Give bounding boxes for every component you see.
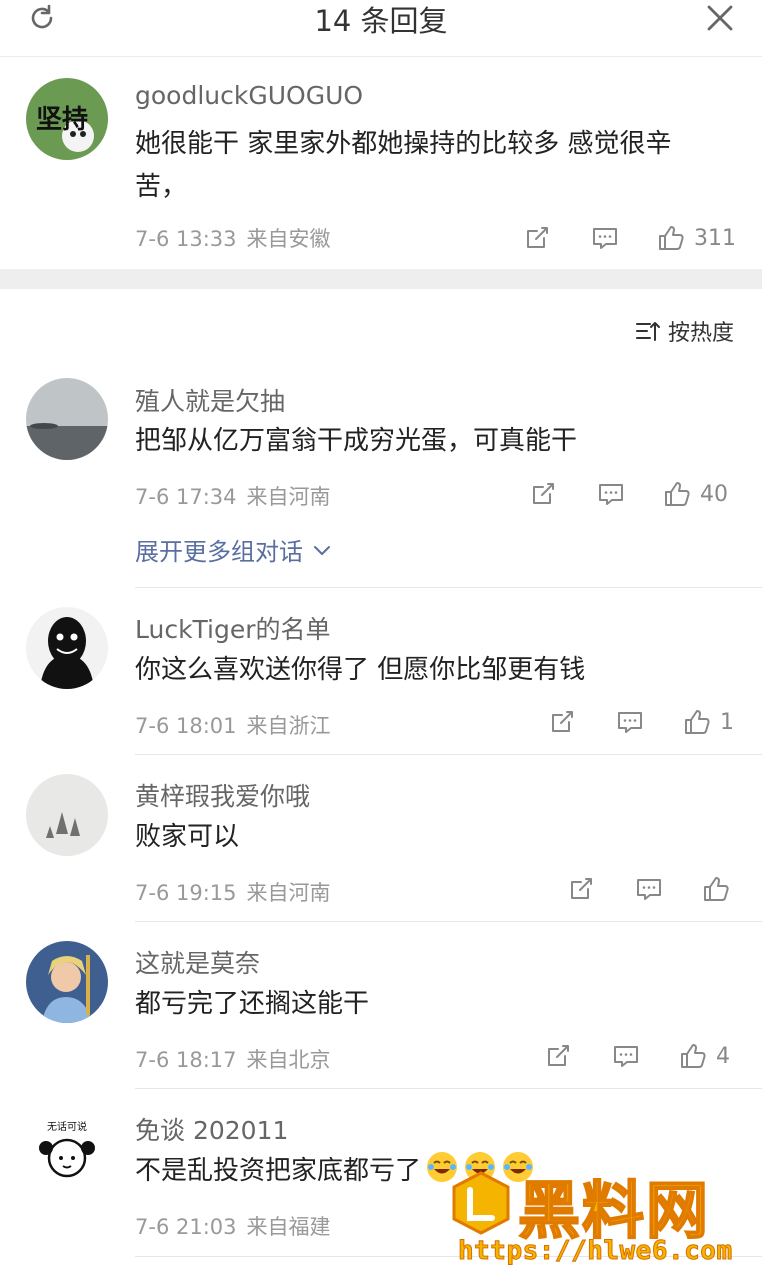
reply-username[interactable]: 黄梓瑕我爱你哦 <box>135 777 310 813</box>
like-icon <box>685 710 710 734</box>
reply-username[interactable]: 免谈 202011 <box>135 1111 288 1147</box>
expand-conversations-link[interactable]: 展开更多组对话 <box>135 532 333 567</box>
reply-date: 7-6 18:01 <box>135 714 237 738</box>
watermark-url: https://hlwe6.com <box>458 1236 733 1267</box>
reply-location: 来自河南 <box>246 881 331 905</box>
root-meta: 7-6 13:33 来自安徽 <box>135 223 331 253</box>
chevron-down-icon <box>314 545 330 555</box>
watermark-logo-icon <box>452 1171 510 1235</box>
like-count: 311 <box>694 225 736 251</box>
like-button[interactable]: 311 <box>656 223 736 253</box>
sort-icon <box>635 322 660 341</box>
reply-meta: 7-6 18:01 来自浙江 <box>135 710 331 740</box>
root-comment: 坚持 goodluckGUOGUO 她很能干 家里家外都她操持的比较多 感觉很辛… <box>0 57 762 269</box>
like-button[interactable] <box>701 874 731 904</box>
comment-button[interactable] <box>615 707 645 737</box>
root-location: 来自安徽 <box>246 227 331 251</box>
like-count: 40 <box>700 481 728 507</box>
avatar[interactable] <box>26 378 108 460</box>
reply-text: 都亏完了还搁这能干 <box>135 989 370 1019</box>
divider <box>135 754 762 755</box>
sort-label: 按热度 <box>667 321 734 346</box>
share-icon <box>527 227 548 248</box>
share-icon <box>548 1045 569 1066</box>
avatar-text: 坚持 <box>36 105 88 135</box>
reply-date: 7-6 18:17 <box>135 1048 237 1072</box>
reply-location: 来自福建 <box>246 1215 331 1239</box>
reply-text: 你这么喜欢送你得了 但愿你比邹更有钱 <box>135 655 586 685</box>
like-count: 4 <box>716 1043 730 1069</box>
expand-label: 展开更多组对话 <box>135 538 303 566</box>
divider <box>135 921 762 922</box>
comment-icon <box>637 879 661 900</box>
watermark: 黑料网 https://hlwe6.com <box>448 1166 756 1274</box>
reply-text: 把邹从亿万富翁干成穷光蛋，可真能干 <box>135 426 578 456</box>
avatar[interactable] <box>26 774 108 856</box>
share-button[interactable] <box>543 1041 573 1071</box>
share-icon <box>552 711 573 732</box>
comment-button[interactable] <box>611 1041 641 1071</box>
comment-button[interactable] <box>596 479 626 509</box>
reply-location: 来自浙江 <box>246 714 331 738</box>
like-count: 1 <box>720 709 734 735</box>
reply-meta: 7-6 21:03 来自福建 <box>135 1211 331 1241</box>
avatar-text: 无话可说 <box>47 1120 87 1133</box>
like-icon <box>681 1044 706 1068</box>
comment-icon <box>599 484 623 505</box>
avatar[interactable]: 无话可说 <box>26 1108 108 1190</box>
reply-location: 来自河南 <box>246 485 331 509</box>
comment-button[interactable] <box>634 874 664 904</box>
reply-text: 败家可以 <box>135 822 240 852</box>
share-button[interactable] <box>547 707 577 737</box>
reply-username[interactable]: LuckTiger的名单 <box>135 610 331 646</box>
like-icon <box>659 226 684 250</box>
divider <box>135 587 762 588</box>
reply-username[interactable]: 这就是莫奈 <box>135 944 260 980</box>
sort-button[interactable]: 按热度 <box>634 315 734 347</box>
reply-date: 7-6 21:03 <box>135 1215 237 1239</box>
page-title: 14 条回复 <box>314 4 448 38</box>
reply-date: 7-6 17:34 <box>135 485 237 509</box>
root-date: 7-6 13:33 <box>135 227 237 251</box>
reply-meta: 7-6 17:34 来自河南 <box>135 481 331 511</box>
reply-location: 来自北京 <box>246 1048 331 1072</box>
like-button[interactable]: 4 <box>678 1041 730 1071</box>
root-text: 她很能干 家里家外都她操持的比较多 感觉很辛苦， <box>135 129 672 202</box>
avatar[interactable] <box>26 941 108 1023</box>
comment-icon <box>618 712 642 733</box>
share-button[interactable] <box>522 223 552 253</box>
share-button[interactable] <box>566 874 596 904</box>
reply-text-content: 不是乱投资把家底都亏了 <box>135 1156 422 1186</box>
comment-icon <box>614 1046 638 1067</box>
comment-button[interactable] <box>590 223 620 253</box>
share-icon <box>571 878 592 899</box>
like-icon <box>665 482 690 506</box>
reply-meta: 7-6 19:15 来自河南 <box>135 877 331 907</box>
avatar[interactable] <box>26 607 108 689</box>
share-button[interactable] <box>528 479 558 509</box>
section-divider <box>0 269 762 289</box>
like-button[interactable]: 40 <box>662 479 728 509</box>
reply-date: 7-6 19:15 <box>135 881 237 905</box>
reply-username[interactable]: 殖人就是欠抽 <box>135 382 285 418</box>
divider <box>135 1088 762 1089</box>
reply-meta: 7-6 18:17 来自北京 <box>135 1044 331 1074</box>
close-icon[interactable] <box>700 0 740 36</box>
share-icon <box>533 483 554 504</box>
like-icon <box>704 877 729 901</box>
root-username[interactable]: goodluckGUOGUO <box>135 81 363 110</box>
comment-icon <box>593 228 617 249</box>
header: 14 条回复 <box>0 0 762 57</box>
avatar[interactable]: 坚持 <box>26 78 108 160</box>
like-button[interactable]: 1 <box>682 707 734 737</box>
